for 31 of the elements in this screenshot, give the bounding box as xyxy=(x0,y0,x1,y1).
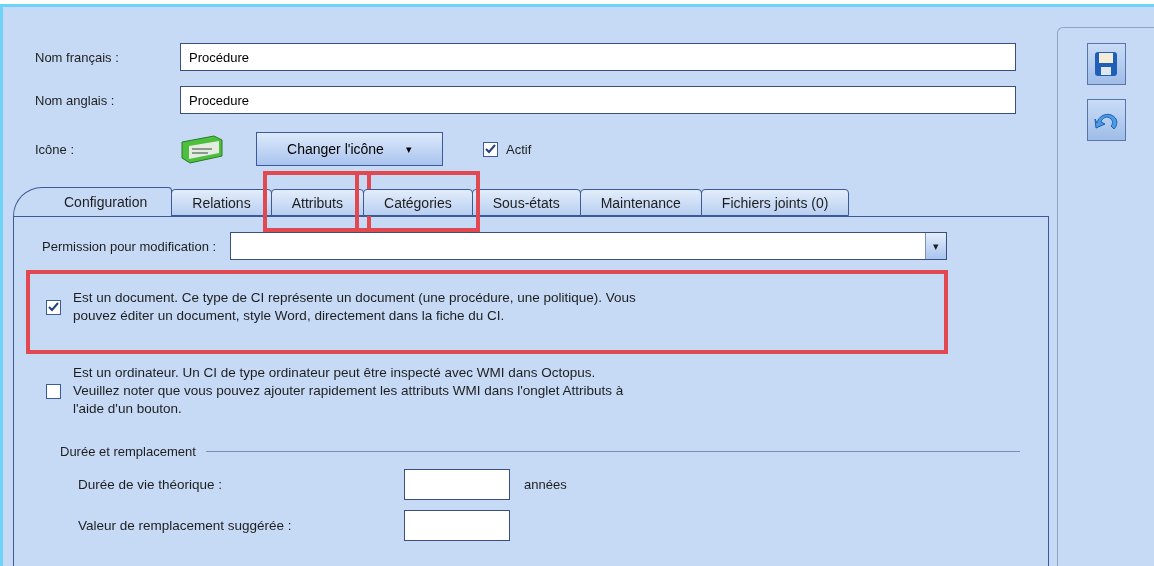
number-field[interactable] xyxy=(404,469,510,500)
group-title: Durée et remplacement xyxy=(60,444,196,459)
tab[interactable]: Maintenance xyxy=(579,189,702,216)
field-label: Nom anglais : xyxy=(35,92,116,108)
tab[interactable]: Configuration xyxy=(13,187,173,216)
box-icon xyxy=(180,134,224,164)
permission-dropdown[interactable]: ▾ xyxy=(230,232,948,260)
tab[interactable]: Relations xyxy=(171,189,272,216)
save-icon xyxy=(1094,51,1118,77)
option-text: Est un ordinateur. Un CI de type ordinateur peut être inspecté avec WMI dans Octopus. Veuillez noter que vous pouvez ajouter rapidement les attributs WMI dans l'onglet Attributs à l'aide d'un bouton. xyxy=(73,364,624,418)
checkbox[interactable] xyxy=(46,383,61,399)
field-label: Durée de vie théorique : xyxy=(78,477,224,492)
field-label: Valeur de remplacement suggérée : xyxy=(78,518,293,533)
undo-button[interactable] xyxy=(1086,99,1126,141)
checkbox[interactable] xyxy=(483,141,498,157)
checkbox[interactable] xyxy=(46,299,61,315)
save-button[interactable] xyxy=(1086,43,1126,85)
tab[interactable]: Fichiers joints (0) xyxy=(700,189,850,216)
field-label: Icône : xyxy=(35,141,76,157)
field-label: Permission pour modification : xyxy=(42,238,217,254)
number-field[interactable] xyxy=(404,510,510,541)
text-field[interactable]: Procedure xyxy=(180,86,1016,114)
field-label: Nom français : xyxy=(35,49,120,65)
change-icon-button[interactable]: Changer l'icône ▾ xyxy=(256,132,443,166)
option-text: Est un document. Ce type de CI représente un document (une procédure, une politique). Vous pouvez éditer un document, style Word, directement dans la fiche du CI. xyxy=(73,289,636,325)
unit-label: années xyxy=(524,477,567,492)
tab[interactable]: Catégories xyxy=(363,189,473,216)
text-field[interactable]: Procédure xyxy=(180,43,1016,71)
tab[interactable]: Sous-états xyxy=(471,189,581,216)
tab[interactable]: Attributs xyxy=(270,189,364,216)
checkbox-label: Actif xyxy=(506,141,532,157)
